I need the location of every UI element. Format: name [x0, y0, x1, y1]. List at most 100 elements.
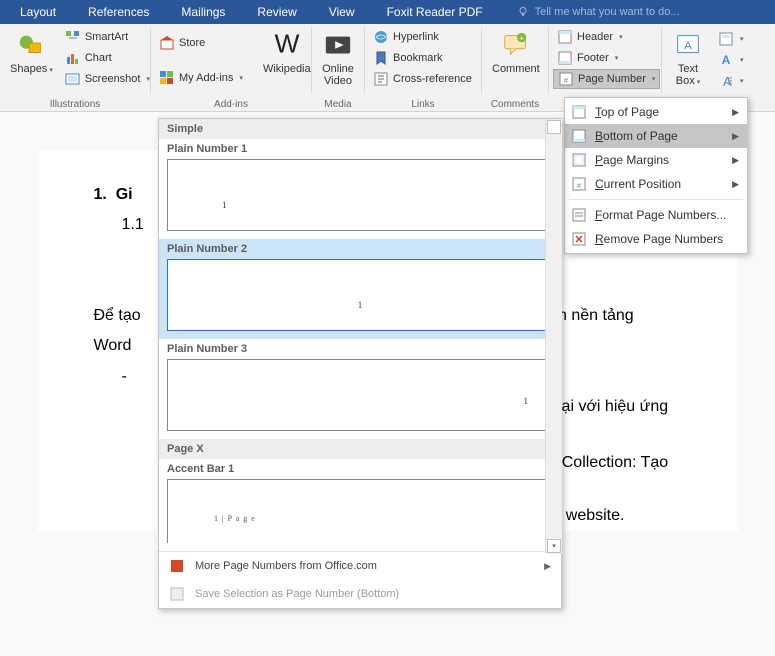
textbox-label1: Text — [678, 63, 698, 75]
smartart-button[interactable]: SmartArt — [61, 27, 154, 47]
shapes-icon — [15, 29, 47, 61]
crossref-icon — [373, 71, 389, 87]
chart-icon — [65, 50, 81, 66]
crossref-label: Cross-reference — [393, 73, 472, 85]
gallery-section-simple: Simple — [159, 119, 561, 139]
tell-me[interactable]: Tell me what you want to do... — [499, 6, 680, 18]
menu-remove-page-numbers[interactable]: Remove Page Numbers — [565, 227, 747, 251]
heading-number: 1. — [94, 186, 107, 203]
gallery-more-office[interactable]: More Page Numbers from Office.com ▶ — [159, 552, 561, 580]
footer-button[interactable]: Footer▾ — [553, 48, 660, 68]
comment-label: Comment — [492, 63, 540, 75]
bulb-icon — [517, 6, 529, 18]
hyperlink-label: Hyperlink — [393, 31, 439, 43]
scrollbar-down[interactable]: ▾ — [547, 539, 561, 553]
textbox-label2: Box — [676, 75, 695, 87]
menu-current-label: urrent Position — [604, 177, 681, 191]
menu-top-of-page[interactable]: Top of Page ▶ — [565, 100, 747, 124]
textbox-button[interactable]: A TextBox▾ — [666, 27, 710, 91]
tab-view[interactable]: View — [313, 0, 371, 24]
screenshot-button[interactable]: Screenshot▾ — [61, 69, 154, 89]
office-icon — [169, 558, 185, 574]
plain2-caption: Plain Number 2 — [165, 243, 555, 259]
bookmark-label: Bookmark — [393, 52, 443, 64]
comment-icon: + — [500, 29, 532, 61]
store-icon — [159, 35, 175, 51]
heading-text: Gi — [116, 186, 133, 203]
menu-page-margins[interactable]: Page Margins ▶ — [565, 148, 747, 172]
menu-bottom-label: ottom of Page — [603, 129, 678, 143]
store-button[interactable]: Store — [155, 33, 247, 53]
textbox-icon: A — [672, 29, 704, 61]
gallery-plain-number-3[interactable]: Plain Number 3 1 — [159, 339, 561, 439]
bookmark-icon — [373, 50, 389, 66]
gallery-plain-number-2[interactable]: Plain Number 2 1 — [159, 239, 561, 339]
bottom-of-page-icon — [571, 128, 587, 144]
wikipedia-label: Wikipedia — [263, 63, 311, 75]
hyperlink-icon — [373, 29, 389, 45]
wordart-button[interactable]: A▾ — [714, 50, 748, 70]
video-icon — [322, 29, 354, 61]
menubar: Layout References Mailings Review View F… — [0, 0, 775, 24]
screenshot-icon — [65, 71, 81, 87]
comment-button[interactable]: + Comment — [486, 27, 546, 77]
crossref-button[interactable]: Cross-reference — [369, 69, 476, 89]
plain3-caption: Plain Number 3 — [165, 343, 555, 359]
chart-button[interactable]: Chart — [61, 48, 154, 68]
wikipedia-button[interactable]: W Wikipedia — [257, 27, 317, 77]
gallery-accent-bar-1[interactable]: Accent Bar 1 1 | P a g e — [159, 459, 561, 551]
group-comments-label: Comments — [482, 97, 548, 111]
shapes-button[interactable]: Shapes▾ — [4, 27, 59, 79]
menu-current-position[interactable]: # Current Position ▶ — [565, 172, 747, 196]
tab-review[interactable]: Review — [241, 0, 312, 24]
svg-text:#: # — [577, 183, 581, 190]
scrollbar-thumb[interactable] — [547, 120, 561, 134]
quickparts-button[interactable]: ▾ — [714, 29, 748, 49]
wikipedia-icon: W — [271, 29, 303, 61]
menu-remove-label: emove Page Numbers — [604, 232, 723, 246]
chevron-right-icon: ▶ — [732, 107, 739, 118]
menu-divider — [569, 199, 743, 200]
header-label: Header — [577, 31, 613, 43]
chevron-right-icon: ▶ — [732, 179, 739, 190]
accent1-preview-text: 1 | P a g e — [214, 514, 256, 523]
chevron-right-icon: ▶ — [732, 131, 739, 142]
group-illustrations-label: Illustrations — [0, 97, 150, 111]
chart-label: Chart — [85, 52, 112, 64]
svg-text:#: # — [564, 78, 568, 85]
footer-label: Footer — [577, 52, 609, 64]
page-margins-icon — [571, 152, 587, 168]
tab-layout[interactable]: Layout — [4, 0, 72, 24]
online-video-label2: Video — [324, 75, 352, 87]
header-button[interactable]: Header▾ — [553, 27, 660, 47]
bookmark-button[interactable]: Bookmark — [369, 48, 476, 68]
menu-format-page-numbers[interactable]: Format Page Numbers... — [565, 203, 747, 227]
page-number-button[interactable]: # Page Number▾ — [553, 69, 660, 89]
page-number-menu: Top of Page ▶ Bottom of Page ▶ Page Marg… — [564, 97, 748, 254]
tab-foxit[interactable]: Foxit Reader PDF — [371, 0, 499, 24]
group-addins-label: Add-ins — [151, 97, 311, 111]
remove-pn-icon — [571, 231, 587, 247]
gallery-scrollbar[interactable]: ▾ — [545, 119, 562, 554]
smartart-icon — [65, 29, 81, 45]
dropcap-button[interactable]: A▾ — [714, 71, 748, 91]
tell-me-text: Tell me what you want to do... — [535, 6, 680, 18]
format-pn-icon — [571, 207, 587, 223]
menu-bottom-of-page[interactable]: Bottom of Page ▶ — [565, 124, 747, 148]
shapes-label: Shapes — [10, 63, 47, 75]
online-video-button[interactable]: OnlineVideo — [316, 27, 360, 89]
online-video-label1: Online — [322, 63, 354, 75]
accent1-caption: Accent Bar 1 — [165, 463, 555, 479]
tab-references[interactable]: References — [72, 0, 165, 24]
myaddins-label: My Add-ins — [179, 72, 233, 84]
group-links-label: Links — [365, 97, 481, 111]
hyperlink-button[interactable]: Hyperlink — [369, 27, 476, 47]
tab-mailings[interactable]: Mailings — [165, 0, 241, 24]
gallery-plain-number-1[interactable]: Plain Number 1 1 — [159, 139, 561, 239]
footer-icon — [557, 50, 573, 66]
quickparts-icon — [718, 31, 734, 47]
myaddins-button[interactable]: My Add-ins▾ — [155, 68, 247, 88]
dropcap-icon: A — [718, 73, 734, 89]
svg-text:W: W — [274, 30, 299, 59]
wordart-icon: A — [718, 52, 734, 68]
